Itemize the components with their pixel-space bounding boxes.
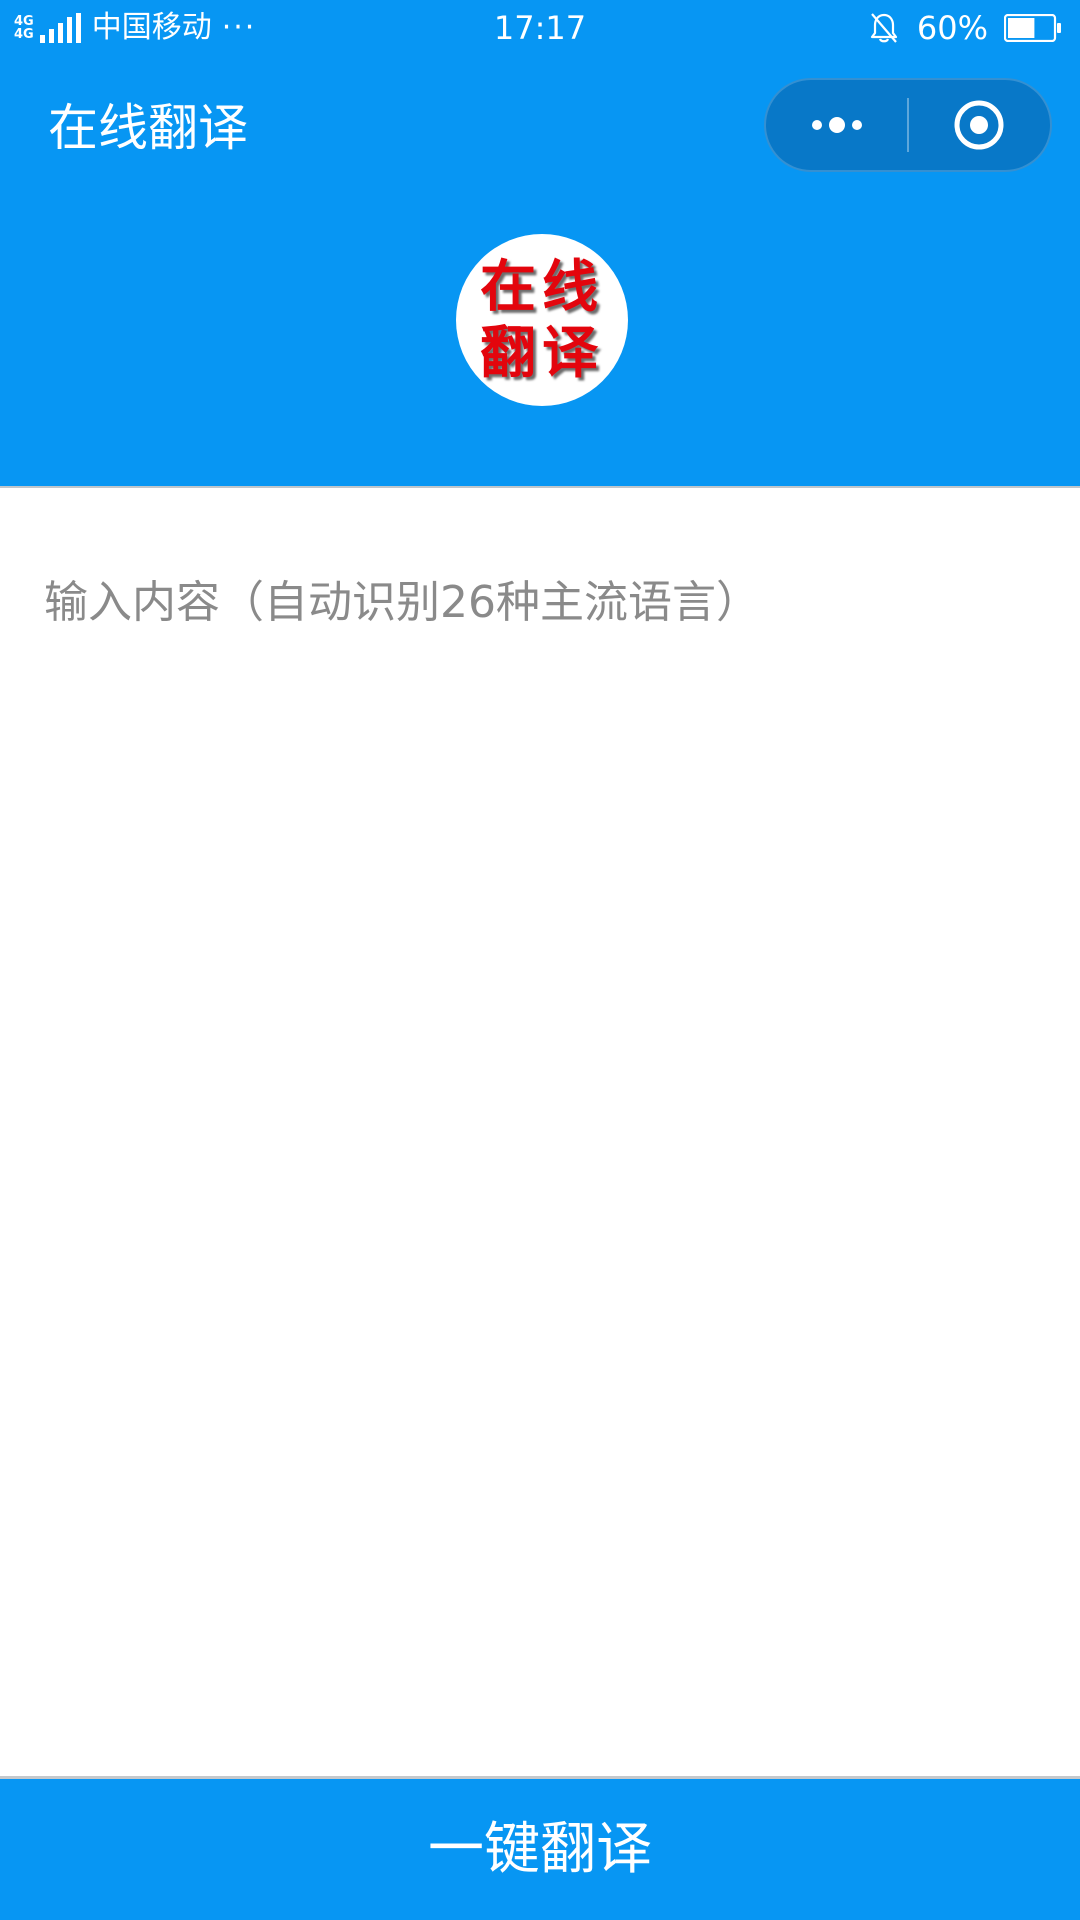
capsule-close-button[interactable] [909,80,1050,170]
mini-program-capsule [764,78,1052,172]
battery-percent: 60% [916,9,988,47]
app-logo: 在线 翻译 [456,234,628,406]
page-title: 在线翻译 [48,99,248,157]
capsule-more-button[interactable] [766,80,907,170]
logo-text-line-1: 在线 [480,254,604,320]
carrier-name: 中国移动 [91,10,212,45]
status-more-indicator: ··· [221,10,257,45]
translate-button[interactable]: 一键翻译 [0,1779,1080,1920]
network-type-2: 4G [14,27,34,42]
battery-icon [1004,14,1061,42]
more-dots-icon [811,117,862,133]
signal-icon [39,13,81,43]
close-circle-icon [954,100,1004,150]
status-bar: 4G 4G 中国移动 ··· 17:17 60% [0,0,1080,56]
logo-text-line-2: 翻译 [480,320,604,386]
input-area [0,488,1080,1776]
status-left: 4G 4G 中国移动 ··· [14,8,256,48]
status-right: 60% [869,8,1062,48]
network-types: 4G 4G [14,15,34,41]
header: 4G 4G 中国移动 ··· 17:17 60% 在线翻译 在线 翻译 [0,0,1080,486]
bell-mute-icon [870,13,897,43]
battery-fill [1008,18,1035,38]
app-root: 4G 4G 中国移动 ··· 17:17 60% 在线翻译 在线 翻译 输入内容… [0,0,1080,1920]
translate-input[interactable] [44,574,1034,1754]
